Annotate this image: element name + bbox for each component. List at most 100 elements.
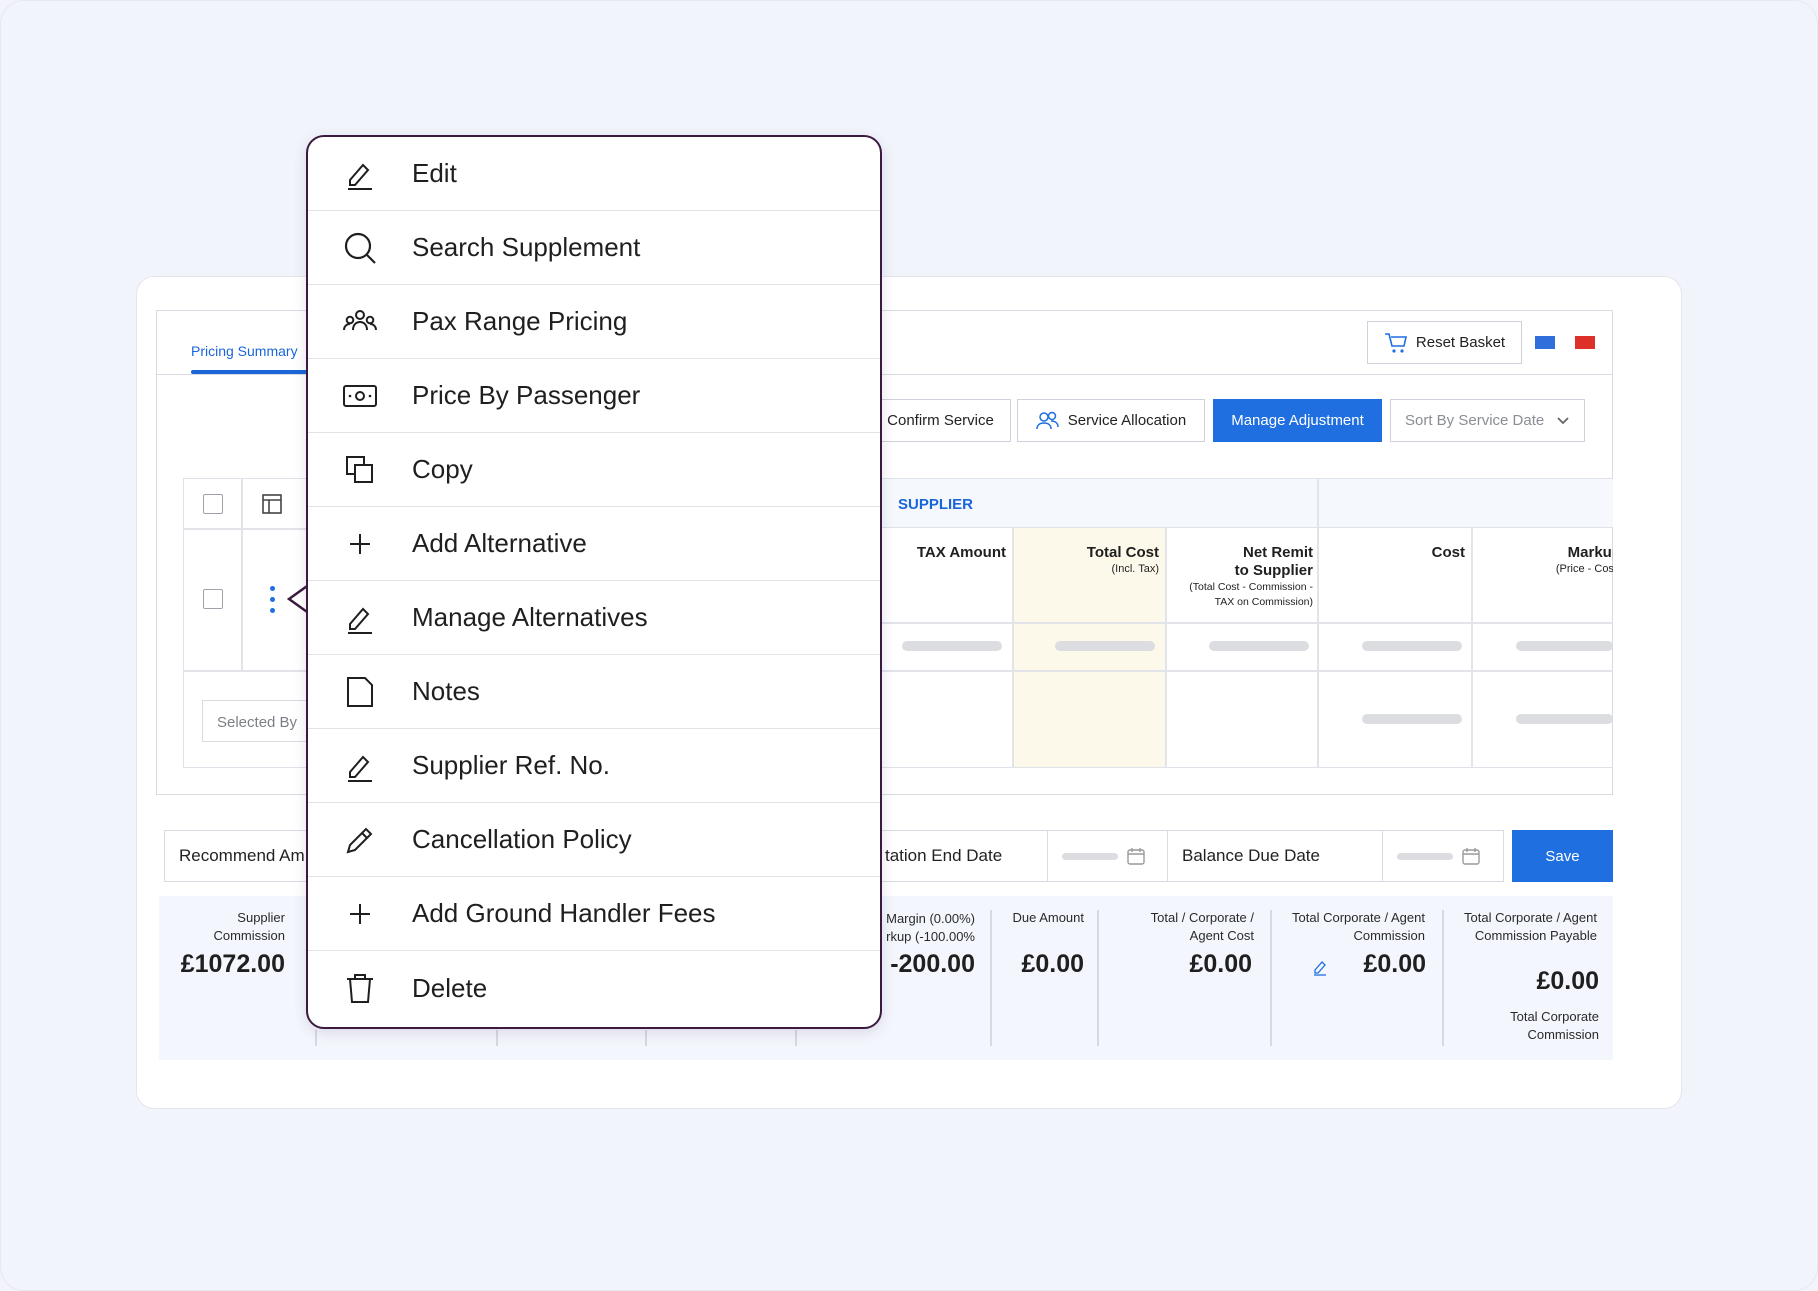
manage-adjustment-button[interactable]: Manage Adjustment <box>1213 399 1382 442</box>
quotation-end-date-label: tation End Date <box>870 830 1048 882</box>
selected-by-input[interactable]: Selected By <box>202 700 322 742</box>
save-button[interactable]: Save <box>1512 830 1613 882</box>
note-icon <box>347 677 373 707</box>
menu-item-label: Notes <box>412 676 480 706</box>
manage-adjustment-label: Manage Adjustment <box>1231 412 1364 429</box>
divider <box>1317 478 1319 528</box>
calendar-icon[interactable] <box>1461 846 1481 866</box>
menu-item-price-by-passenger[interactable]: Price By Passenger <box>308 359 880 433</box>
money-icon <box>343 385 377 407</box>
menu-item-label: Cancellation Policy <box>412 824 632 854</box>
agent-commission-value: £0.00 <box>1363 950 1426 978</box>
reset-basket-button[interactable]: Reset Basket <box>1367 321 1522 364</box>
menu-item-search-supplement[interactable]: Search Supplement <box>308 211 880 285</box>
select-all-checkbox[interactable] <box>203 494 223 514</box>
plus-icon <box>350 534 370 554</box>
divider <box>1442 910 1444 1046</box>
corporate-commission-label: Total Corporate Commission <box>1510 1009 1599 1042</box>
calendar-icon[interactable] <box>1126 846 1146 866</box>
commission-payable-label: Total Corporate / Agent Commission Payab… <box>1464 910 1597 943</box>
column-header-markup: Markup(Price - Cost <box>1555 544 1613 575</box>
save-label: Save <box>1545 847 1580 865</box>
copy-icon <box>346 456 373 483</box>
divider <box>496 1030 498 1046</box>
loading-skeleton <box>1516 714 1613 724</box>
loading-skeleton <box>1062 852 1118 860</box>
row-context-menu: Edit Search Supplement Pax Range Pricing… <box>306 135 882 1029</box>
agent-cost-label: Total / Corporate / Agent Cost <box>1150 910 1254 943</box>
tab-active-indicator <box>191 370 311 374</box>
column-header-tax: TAX Amount <box>916 544 1006 561</box>
agent-commission-label: Total Corporate / Agent Commission <box>1292 910 1425 943</box>
markup-label: rkup (-100.00% <box>886 929 975 944</box>
divider <box>183 528 308 530</box>
loading-skeleton <box>1362 714 1462 724</box>
confirm-service-button[interactable]: Confirm Service <box>870 399 1011 442</box>
column-header-net-remit: Net Remit to Supplier (Total Cost - Commi… <box>1189 544 1313 608</box>
menu-item-copy[interactable]: Copy <box>308 433 880 507</box>
menu-item-label: Pax Range Pricing <box>412 306 628 336</box>
menu-item-label: Manage Alternatives <box>412 602 648 632</box>
column-header-total-cost: Total Cost (Incl. Tax) <box>1086 544 1159 575</box>
divider <box>315 1030 317 1046</box>
divider <box>1165 528 1167 767</box>
menu-item-edit[interactable]: Edit <box>308 137 880 211</box>
column-header-cost: Cost <box>1431 544 1465 561</box>
menu-item-notes[interactable]: Notes <box>308 655 880 729</box>
cart-icon <box>1384 332 1407 353</box>
edit-icon <box>348 607 372 634</box>
divider <box>241 478 243 670</box>
quotation-end-date-input[interactable] <box>1047 830 1169 882</box>
edit-icon <box>348 163 372 190</box>
due-amount-value: £0.00 <box>1021 950 1084 978</box>
agent-cost-value: £0.00 <box>1189 950 1252 978</box>
loading-skeleton <box>1516 641 1613 651</box>
margin-value: -200.00 <box>890 950 975 978</box>
loading-skeleton <box>902 641 1002 651</box>
tab-pricing-summary[interactable]: Pricing Summary <box>191 343 298 359</box>
menu-item-label: Add Ground Handler Fees <box>412 898 716 928</box>
edit-icon[interactable] <box>1312 958 1328 976</box>
balance-due-date-input[interactable] <box>1382 830 1504 882</box>
divider <box>645 1030 647 1046</box>
balance-due-date-label: Balance Due Date <box>1167 830 1383 882</box>
supplier-commission-label: Supplier Commission <box>213 910 285 943</box>
menu-item-supplier-ref-no[interactable]: Supplier Ref. No. <box>308 729 880 803</box>
menu-item-cancellation-policy[interactable]: Cancellation Policy <box>308 803 880 877</box>
plus-icon <box>350 904 370 924</box>
reset-basket-label: Reset Basket <box>1415 334 1506 351</box>
flag-blue-icon[interactable] <box>1535 336 1555 349</box>
layout-icon[interactable] <box>262 494 282 514</box>
divider <box>1471 528 1473 767</box>
divider <box>795 1030 797 1046</box>
divider <box>1012 528 1014 767</box>
divider <box>1317 528 1319 767</box>
supplier-group-header <box>880 478 1613 528</box>
kebab-dot[interactable] <box>270 608 275 613</box>
menu-item-label: Edit <box>412 158 457 188</box>
divider <box>880 622 1613 624</box>
margin-label: Margin (0.00%) <box>886 911 975 926</box>
menu-item-add-alternative[interactable]: Add Alternative <box>308 507 880 581</box>
loading-skeleton <box>1397 852 1453 860</box>
row-checkbox[interactable] <box>203 589 223 609</box>
recommend-amount-field[interactable]: Recommend Am <box>164 830 314 882</box>
sort-select[interactable]: Sort By Service Date <box>1390 399 1585 442</box>
pencil-icon <box>346 827 373 854</box>
menu-item-label: Delete <box>412 972 488 1003</box>
supplier-group-label: SUPPLIER <box>898 496 974 513</box>
kebab-dot[interactable] <box>270 597 275 602</box>
kebab-dot[interactable] <box>270 586 275 591</box>
service-allocation-button[interactable]: Service Allocation <box>1017 399 1205 442</box>
flag-red-icon[interactable] <box>1575 336 1595 349</box>
menu-item-add-ground-handler-fees[interactable]: Add Ground Handler Fees <box>308 877 880 951</box>
commission-payable-value: £0.00 <box>1536 967 1599 995</box>
divider <box>1270 910 1272 1046</box>
confirm-service-label: Confirm Service <box>887 412 994 429</box>
loading-skeleton <box>1209 641 1309 651</box>
group-icon <box>343 310 377 331</box>
divider <box>1097 910 1099 1046</box>
menu-item-manage-alternatives[interactable]: Manage Alternatives <box>308 581 880 655</box>
menu-item-delete[interactable]: Delete <box>308 951 880 1025</box>
menu-item-pax-range-pricing[interactable]: Pax Range Pricing <box>308 285 880 359</box>
